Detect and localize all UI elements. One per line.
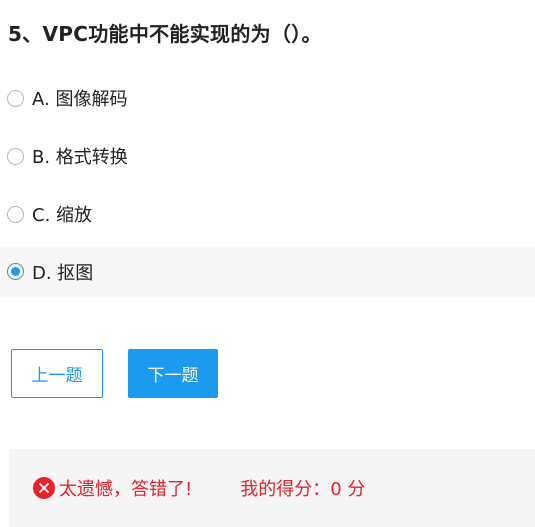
question-title: 5、VPC功能中不能实现的为（）。 <box>8 22 322 46</box>
radio-button-c[interactable] <box>7 205 24 223</box>
result-panel: 太遗憾，答错了! 我的得分：0 分 <box>9 449 535 527</box>
next-question-button[interactable]: 下一题 <box>128 349 218 398</box>
result-message: 太遗憾，答错了! <box>59 479 193 500</box>
option-b[interactable]: B. 格式转换 <box>0 127 535 185</box>
radio-button-a[interactable] <box>7 89 24 107</box>
close-circle-icon <box>33 477 55 499</box>
option-d-label: D. 抠图 <box>32 262 94 284</box>
radio-button-b[interactable] <box>7 147 24 165</box>
option-c-label: C. 缩放 <box>32 205 93 226</box>
option-a-label: A. 图像解码 <box>32 89 128 110</box>
options-list: A. 图像解码 B. 格式转换 C. 缩放 D. 抠图 <box>0 69 535 297</box>
option-c[interactable]: C. 缩放 <box>0 185 535 243</box>
option-a[interactable]: A. 图像解码 <box>0 69 535 127</box>
option-d[interactable]: D. 抠图 <box>0 246 535 297</box>
option-b-label: B. 格式转换 <box>32 147 128 168</box>
previous-question-button[interactable]: 上一题 <box>11 349 103 398</box>
radio-button-d[interactable] <box>7 263 24 280</box>
score-text: 我的得分：0 分 <box>240 479 366 500</box>
